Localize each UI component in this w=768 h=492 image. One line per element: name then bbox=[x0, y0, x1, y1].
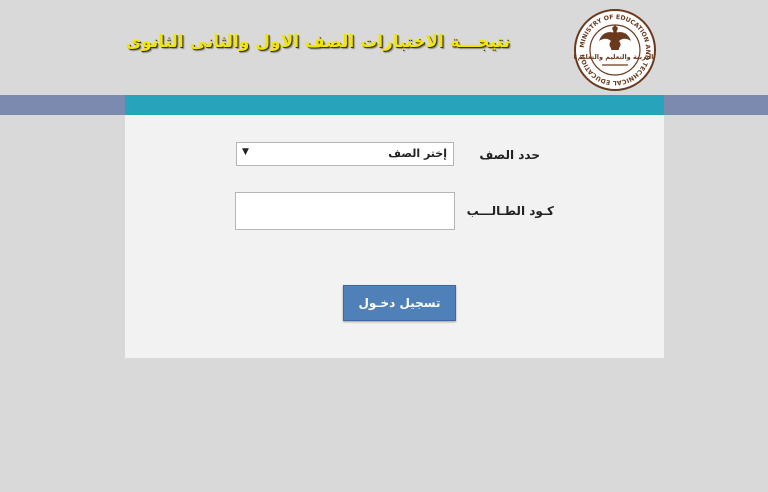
page-title: نتيجـــة الاختبارات الصف الاول والثانى ا… bbox=[125, 32, 510, 52]
grade-select[interactable]: إختر الصف ▼ bbox=[236, 142, 454, 166]
login-button[interactable]: تسجيل دخـول bbox=[343, 285, 456, 321]
student-code-input[interactable] bbox=[235, 192, 455, 230]
page-header: نتيجـــة الاختبارات الصف الاول والثانى ا… bbox=[0, 0, 768, 95]
panel-top-bar bbox=[125, 95, 664, 115]
grade-select-value: إختر الصف bbox=[388, 147, 447, 160]
grade-label: حدد الصف bbox=[479, 148, 540, 162]
login-form-panel: حدد الصف إختر الصف ▼ كـود الطـالـــب تسج… bbox=[125, 115, 664, 358]
student-code-label: كـود الطـالـــب bbox=[466, 204, 554, 218]
logo-arabic-text: وزارة التربية والتعليم والتعليم الفنى bbox=[574, 53, 656, 61]
ministry-logo: MINISTRY OF EDUCATION AND TECHNICAL EDUC… bbox=[574, 9, 656, 91]
dropdown-arrow-icon: ▼ bbox=[242, 147, 249, 157]
